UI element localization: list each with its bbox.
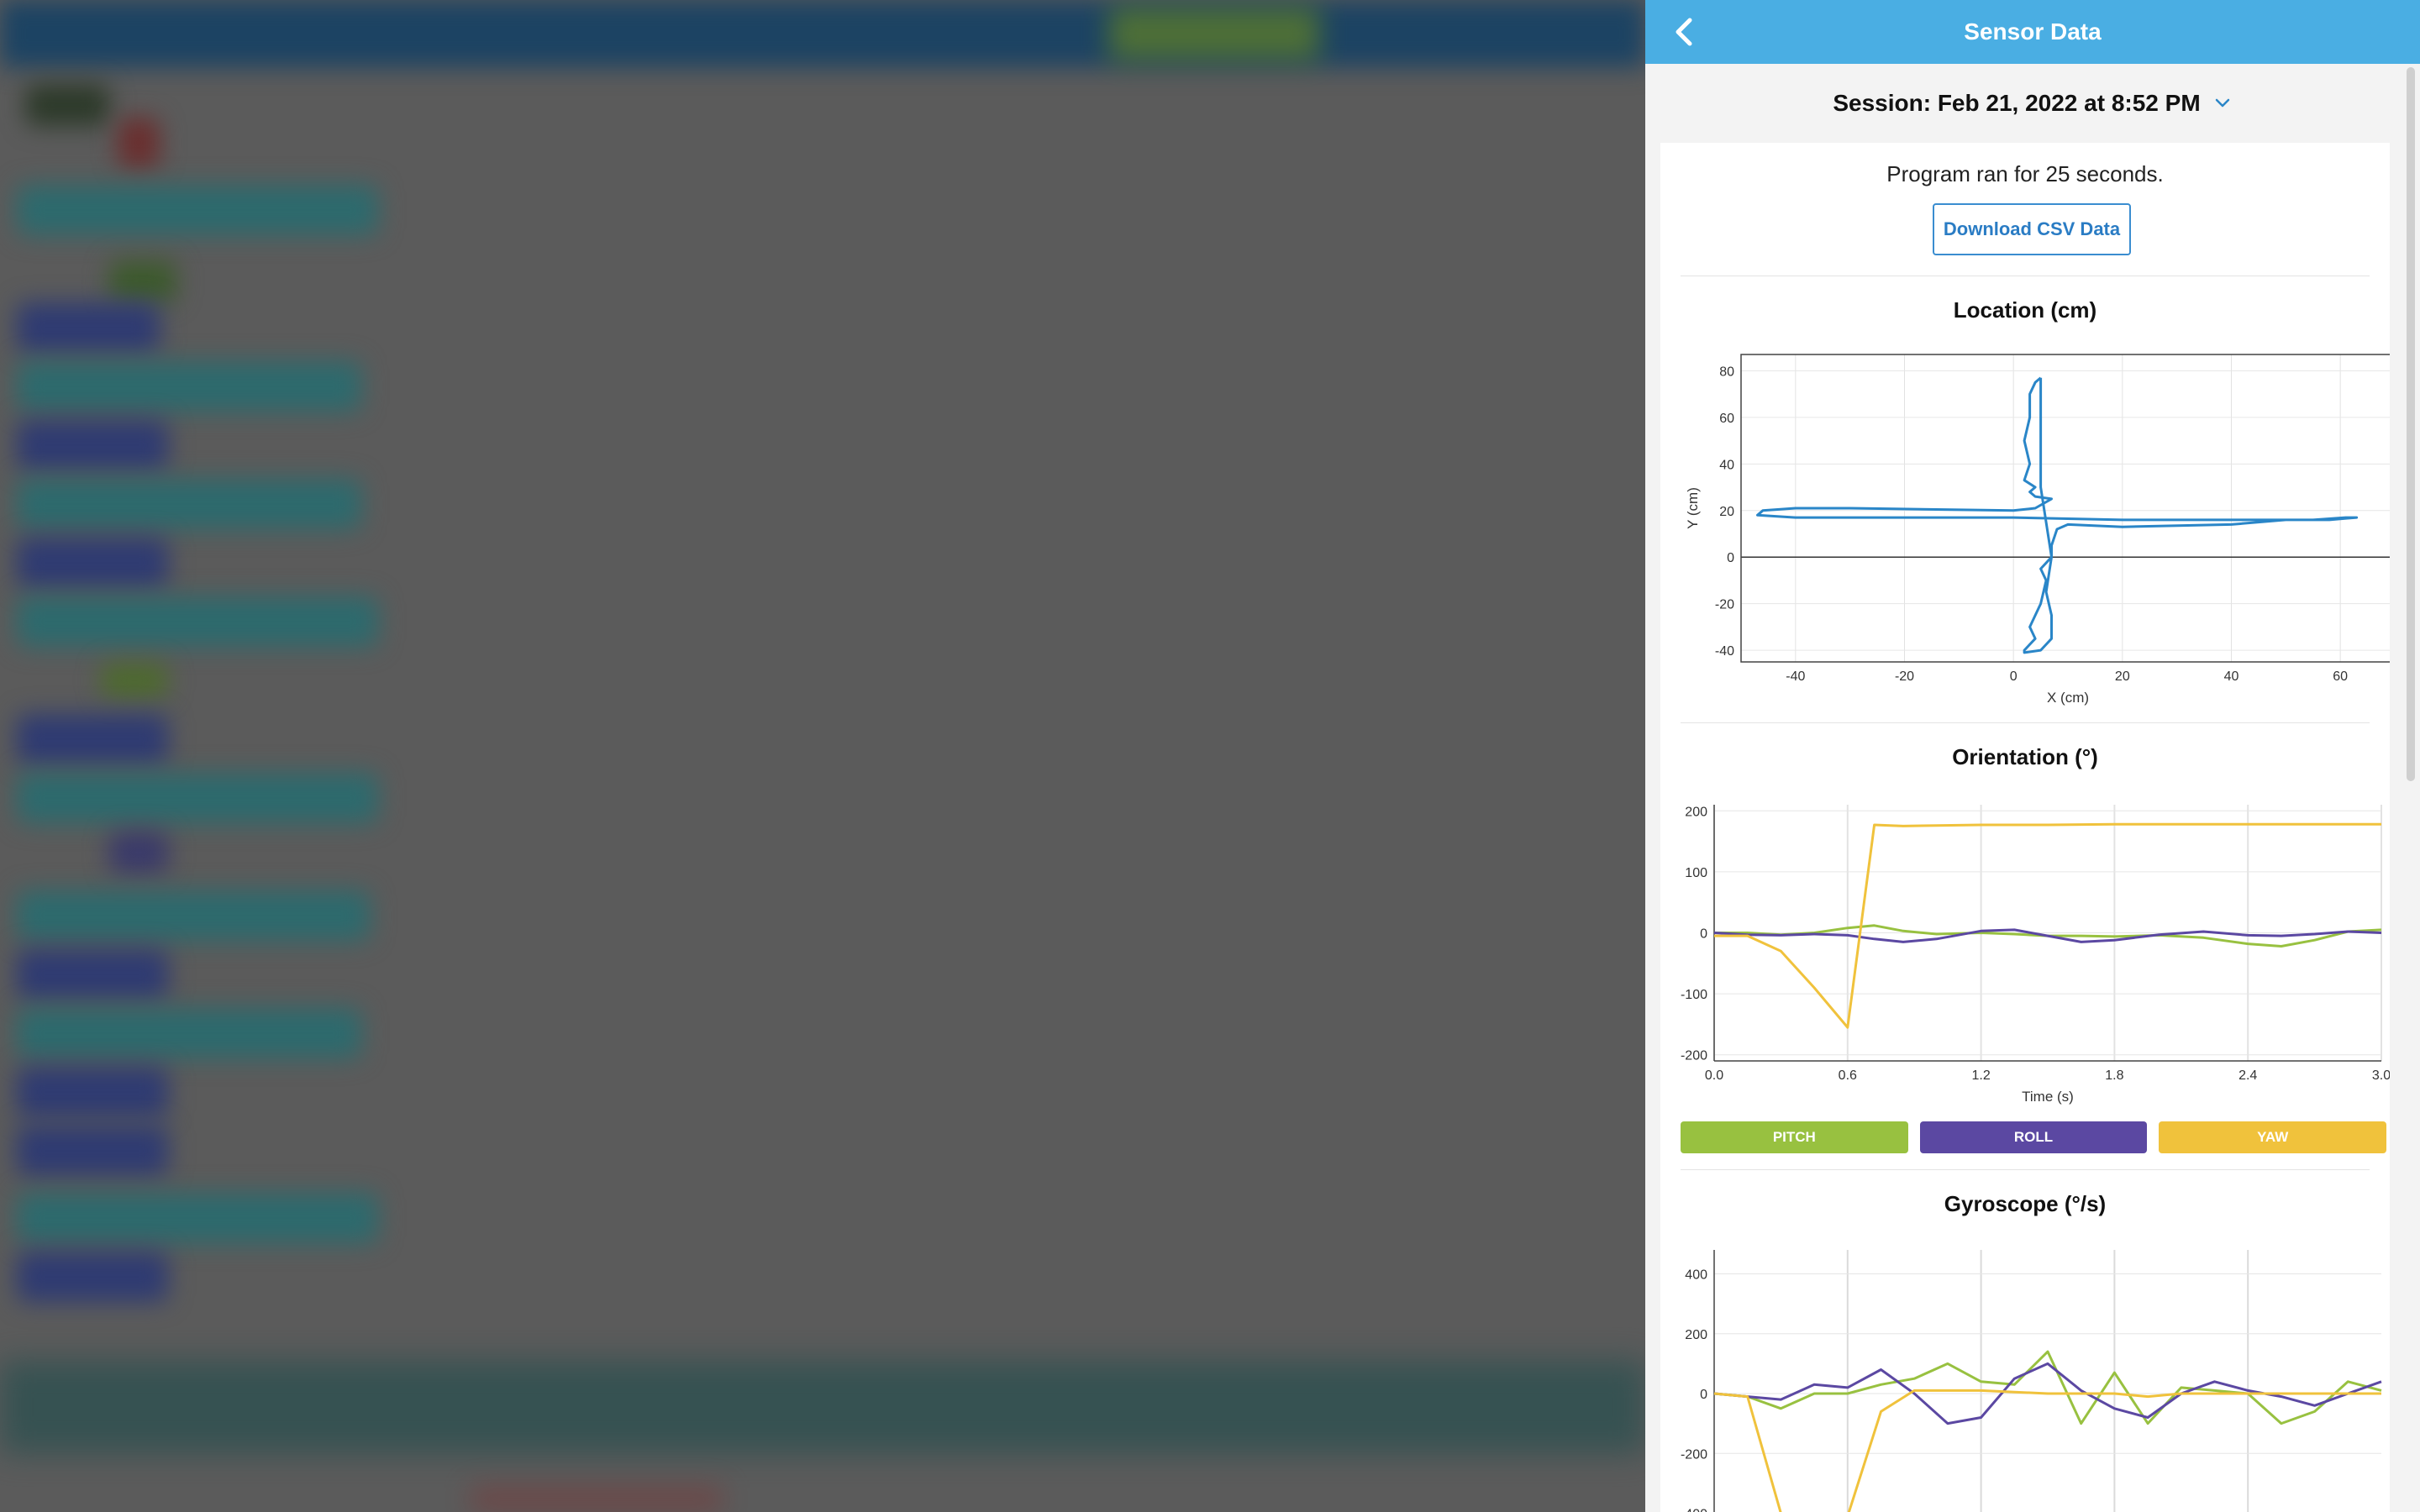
y-tick-label: -40 — [1715, 644, 1734, 659]
chevron-down-icon — [2212, 93, 2233, 113]
session-label: Session: Feb 21, 2022 at 8:52 PM — [1833, 90, 2201, 116]
orientation-legend: Pitch Roll Yaw — [1681, 1121, 2387, 1153]
y-tick-label: 400 — [1685, 1268, 1707, 1283]
background-block — [17, 420, 168, 470]
panel-header: Sensor Data — [1645, 0, 2420, 64]
legend-pitch-toggle[interactable]: Pitch — [1681, 1121, 1908, 1153]
background-block — [17, 185, 378, 235]
sensor-card: Program ran for 25 seconds. Download CSV… — [1660, 143, 2390, 1512]
y-tick-label: 200 — [1685, 1328, 1707, 1342]
background-block — [101, 664, 168, 697]
background-block — [17, 1193, 378, 1243]
background-bottom-bar — [0, 1361, 1645, 1453]
y-tick-label: 0 — [1700, 1388, 1707, 1402]
x-axis-title: X (cm) — [2047, 690, 2089, 706]
background-block — [17, 479, 361, 529]
background-block — [17, 1008, 361, 1058]
legend-yaw-toggle[interactable]: Yaw — [2159, 1121, 2387, 1153]
x-tick-label: 0.6 — [1839, 1068, 1857, 1083]
divider — [1681, 1169, 2370, 1170]
x-tick-label: 20 — [2115, 669, 2130, 684]
background-block — [17, 1067, 168, 1117]
y-tick-label: -400 — [1681, 1508, 1707, 1512]
background-toolbar — [0, 0, 1645, 67]
background-block — [17, 1126, 168, 1176]
scrollbar-thumb[interactable] — [2407, 67, 2415, 781]
location-chart: -40 -20 0 20 40 60 -40 -20 0 20 40 60 80 X (cm) Y (cm) — [1685, 354, 2390, 706]
y-tick-label: 80 — [1719, 365, 1734, 379]
x-tick-label: -40 — [1786, 669, 1805, 684]
y-tick-label: 200 — [1685, 805, 1707, 819]
background-block — [17, 1252, 168, 1302]
y-tick-label: 40 — [1719, 458, 1734, 472]
y-tick-label: -200 — [1681, 1049, 1707, 1063]
background-block — [109, 832, 168, 874]
background-button — [1109, 7, 1319, 60]
y-axis-title: Y (cm) — [1685, 487, 1701, 529]
divider — [1681, 722, 2370, 723]
path-line — [1756, 376, 2359, 654]
runtime-text: Program ran for 25 seconds. — [1886, 161, 2164, 186]
x-tick-label: 40 — [2224, 669, 2239, 684]
x-tick-label: 1.2 — [1971, 1068, 1990, 1083]
sensor-data-panel: Sensor Data Session: Feb 21, 2022 at 8:5… — [1645, 0, 2420, 1512]
background-bottom-accent — [471, 1487, 723, 1512]
background-block — [25, 84, 109, 126]
y-tick-label: -20 — [1715, 598, 1734, 612]
y-tick-label: 20 — [1719, 505, 1734, 519]
background-app — [0, 0, 1645, 1512]
x-tick-label: 0.0 — [1705, 1068, 1723, 1083]
gyroscope-chart: -400 -200 0 200 400 — [1681, 1250, 2382, 1512]
y-tick-label: 0 — [1727, 551, 1734, 565]
session-selector[interactable]: Session: Feb 21, 2022 at 8:52 PM — [1645, 64, 2420, 143]
background-block — [17, 302, 160, 353]
background-block — [118, 118, 160, 168]
x-tick-label: 3.0 — [2372, 1068, 2390, 1083]
location-chart-title: Location (cm) — [1953, 297, 2097, 323]
gyroscope-chart-title: Gyroscope (°/s) — [1944, 1191, 2107, 1216]
x-tick-label: 60 — [2333, 669, 2348, 684]
y-tick-label: 0 — [1700, 927, 1707, 942]
background-block — [109, 260, 176, 302]
background-block — [17, 890, 370, 941]
background-block — [17, 773, 378, 823]
series-line-yaw — [1713, 1389, 2381, 1512]
y-tick-label: -100 — [1681, 988, 1707, 1002]
background-block — [17, 714, 168, 764]
y-tick-label: 60 — [1719, 412, 1734, 426]
background-block — [17, 949, 168, 1000]
legend-roll-toggle[interactable]: Roll — [1919, 1121, 2148, 1153]
chevron-left-icon[interactable] — [1669, 17, 1699, 47]
x-tick-label: 0 — [2010, 669, 2018, 684]
y-tick-label: -200 — [1681, 1447, 1707, 1462]
x-tick-label: 2.4 — [2238, 1068, 2257, 1083]
background-block — [17, 596, 378, 647]
x-axis-title: Time (s) — [2022, 1089, 2074, 1105]
orientation-chart-title: Orientation (°) — [1952, 744, 2098, 769]
background-block — [17, 361, 361, 412]
y-tick-label: 100 — [1685, 866, 1707, 880]
background-block — [17, 538, 168, 588]
x-tick-label: -20 — [1895, 669, 1914, 684]
x-tick-label: 1.8 — [2105, 1068, 2123, 1083]
panel-title: Sensor Data — [1964, 18, 2102, 45]
series-line-yaw — [1714, 822, 2381, 1029]
download-csv-button[interactable]: Download CSV Data — [1933, 203, 2131, 255]
